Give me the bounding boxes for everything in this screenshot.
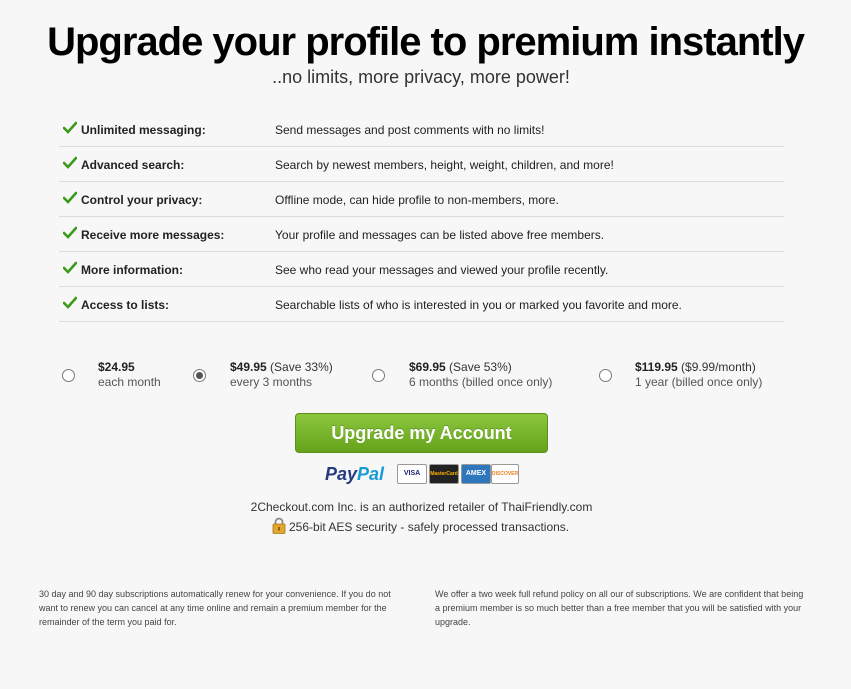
plan-price: $69.95 (409, 360, 446, 374)
plan-label: $24.95 each month (98, 360, 161, 390)
feature-row: Unlimited messaging: Send messages and p… (59, 112, 784, 147)
feature-description: Searchable lists of who is interested in… (275, 298, 682, 312)
feature-name: Advanced search: (81, 158, 185, 172)
feature-description: Search by newest members, height, weight… (275, 158, 614, 172)
plan-savings: (Save 33%) (266, 360, 333, 374)
feature-name: Access to lists: (81, 298, 170, 312)
plan-period: 6 months (billed once only) (409, 375, 553, 389)
plan-price: $24.95 (98, 360, 135, 374)
lock-icon (272, 517, 286, 534)
check-icon (63, 261, 77, 274)
discover-card-icon: DISCOVER (491, 464, 519, 484)
paypal-logo: PayPal (325, 464, 385, 484)
plan-radio[interactable] (62, 369, 75, 382)
plan-price: $49.95 (230, 360, 267, 374)
plan-radio[interactable] (599, 369, 612, 382)
feature-description: See who read your messages and viewed yo… (275, 263, 609, 277)
feature-name: Unlimited messaging: (81, 123, 206, 137)
amex-card-icon: AMEX (461, 464, 491, 484)
refund-policy-text: We offer a two week full refund policy o… (435, 589, 804, 627)
plan-period: each month (98, 375, 161, 389)
check-icon (63, 121, 77, 134)
plan-period: 1 year (billed once only) (635, 375, 763, 389)
visa-card-icon: VISA (397, 464, 427, 484)
check-icon (63, 296, 77, 309)
feature-list: Unlimited messaging: Send messages and p… (59, 112, 784, 322)
feature-row: More information: See who read your mess… (59, 252, 784, 287)
feature-description: Offline mode, can hide profile to non-me… (275, 193, 559, 207)
feature-name: Receive more messages: (81, 228, 225, 242)
page-title: Upgrade your profile to premium instantl… (47, 20, 805, 64)
security-text: 256-bit AES security - safely processed … (289, 520, 570, 534)
check-icon (63, 191, 77, 204)
feature-row: Control your privacy: Offline mode, can … (59, 182, 784, 217)
plan-radio[interactable] (193, 369, 206, 382)
feature-name: More information: (81, 263, 183, 277)
plan-savings: (Save 53%) (445, 360, 512, 374)
payment-methods: PayPal VISA MasterCard AMEX DISCOVER (325, 462, 525, 484)
feature-name: Control your privacy: (81, 193, 203, 207)
plan-price: $119.95 (635, 360, 678, 374)
plan-label: $69.95 (Save 53%) 6 months (billed once … (409, 360, 552, 390)
plan-period: every 3 months (230, 375, 313, 389)
feature-row: Receive more messages: Your profile and … (59, 217, 784, 252)
page-subtitle: ..no limits, more privacy, more power! (272, 67, 570, 87)
plan-radio[interactable] (372, 369, 385, 382)
renewal-policy-text: 30 day and 90 day subscriptions automati… (39, 589, 391, 627)
feature-row: Access to lists: Searchable lists of who… (59, 287, 784, 322)
upgrade-account-button[interactable]: Upgrade my Account (295, 413, 548, 453)
feature-description: Your profile and messages can be listed … (275, 228, 605, 242)
plan-label: $119.95 ($9.99/month) 1 year (billed onc… (635, 360, 762, 390)
check-icon (63, 156, 77, 169)
retailer-notice: 2Checkout.com Inc. is an authorized reta… (250, 500, 593, 514)
plan-label: $49.95 (Save 33%) every 3 months (230, 360, 333, 390)
plan-options: $24.95 each month $49.95 (Save 33%) ever… (0, 358, 851, 398)
mastercard-icon: MasterCard (429, 464, 459, 484)
check-icon (63, 226, 77, 239)
feature-row: Advanced search: Search by newest member… (59, 147, 784, 182)
plan-savings: ($9.99/month) (677, 360, 756, 374)
feature-description: Send messages and post comments with no … (275, 123, 545, 137)
